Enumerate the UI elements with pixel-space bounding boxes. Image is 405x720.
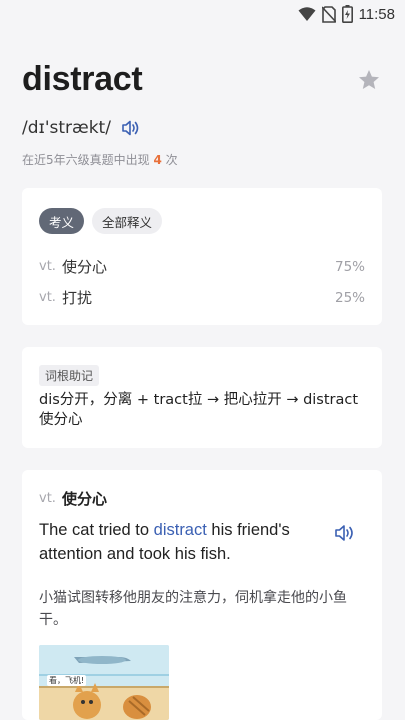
definition-meaning: 打扰 <box>61 289 92 307</box>
definitions-card: 考义 全部释义 vt. 使分心 75% vt. 打扰 25% <box>22 188 382 325</box>
example-illustration: 看，飞机! <box>39 645 169 720</box>
example-header: vt. 使分心 <box>39 488 107 509</box>
mnemonic-text: dis分开，分离 + tract拉 → 把心拉开 → distract 使分心 <box>39 392 359 428</box>
example-pos: vt. <box>39 491 56 506</box>
phonetic-row: /dɪ'strækt/ <box>22 118 141 138</box>
definition-pos: vt. <box>39 290 56 305</box>
no-sim-icon <box>321 5 336 23</box>
illustration-caption: 看，飞机! <box>47 675 87 686</box>
example-sentence-before: The cat tried to <box>39 521 154 539</box>
star-icon[interactable] <box>357 68 381 92</box>
definition-row: vt. 使分心 75% <box>39 256 365 277</box>
status-icons: 11:58 <box>298 5 395 23</box>
definition-tabs: 考义 全部释义 <box>39 208 163 234</box>
frequency-count: 4 <box>153 153 162 167</box>
definition-percent: 25% <box>334 289 365 306</box>
tab-exam-meaning[interactable]: 考义 <box>39 208 85 234</box>
example-meaning: 使分心 <box>61 490 107 508</box>
example-card: vt. 使分心 The cat tried to distract his fr… <box>22 470 382 720</box>
status-time: 11:58 <box>358 5 395 23</box>
definition-row: vt. 打扰 25% <box>39 287 365 308</box>
status-bar: 11:58 <box>0 0 405 32</box>
frequency-prefix: 在近5年六级真题中出现 <box>22 153 150 167</box>
mnemonic-card: 词根助记 dis分开，分离 + tract拉 → 把心拉开 → distract… <box>22 347 382 448</box>
definition-meaning: 使分心 <box>61 258 107 276</box>
phonetic-text: /dɪ'strækt/ <box>22 118 111 138</box>
wifi-icon <box>298 7 316 21</box>
frequency-suffix: 次 <box>165 153 178 167</box>
definition-percent: 75% <box>334 258 365 275</box>
exam-frequency: 在近5年六级真题中出现 4 次 <box>22 151 178 168</box>
definition-pos: vt. <box>39 259 56 274</box>
mnemonic-label: 词根助记 <box>39 365 100 386</box>
example-translation: 小猫试图转移他朋友的注意力，伺机拿走他的小鱼干。 <box>39 590 347 628</box>
speaker-icon[interactable] <box>334 523 356 543</box>
speaker-icon[interactable] <box>121 119 141 137</box>
example-sentence: The cat tried to distract his friend's a… <box>39 518 324 566</box>
tab-all-meanings[interactable]: 全部释义 <box>92 208 163 234</box>
word-title: distract <box>22 60 143 98</box>
battery-icon <box>341 5 353 23</box>
example-keyword[interactable]: distract <box>154 521 207 539</box>
